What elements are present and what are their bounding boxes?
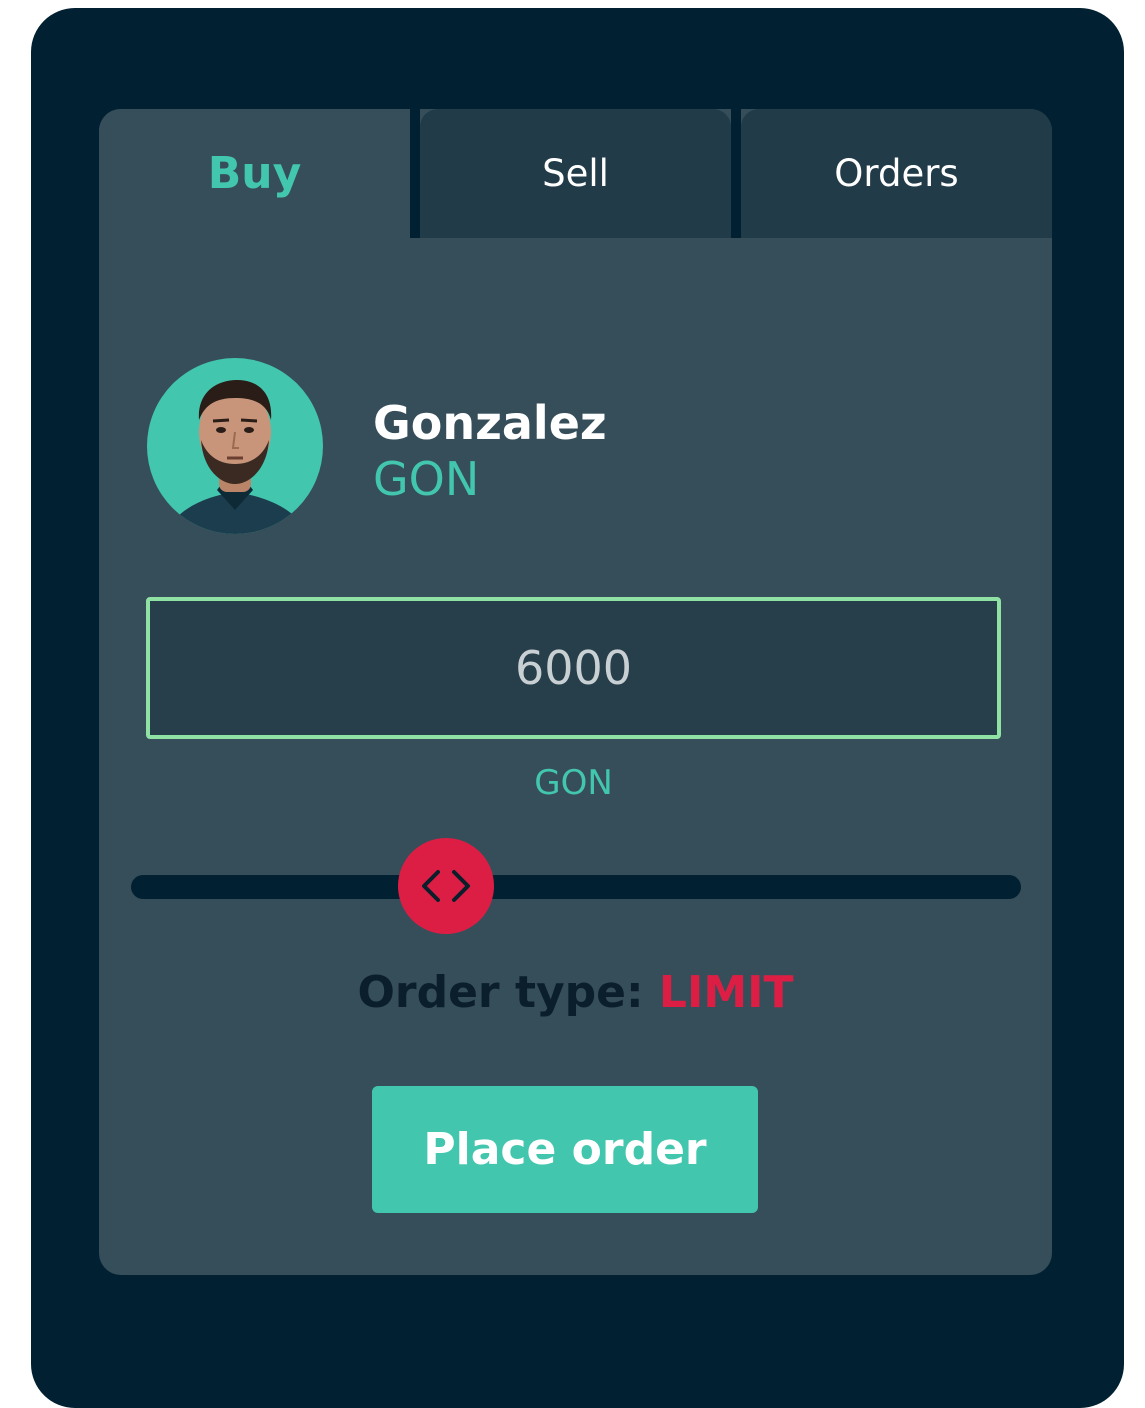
- tab-orders[interactable]: Orders: [741, 109, 1052, 238]
- tab-sell[interactable]: Sell: [420, 109, 731, 238]
- order-type: Order type: LIMIT: [99, 967, 1052, 1018]
- player-name: Gonzalez: [373, 396, 607, 450]
- order-type-value[interactable]: LIMIT: [659, 967, 794, 1018]
- player-photo-icon: [165, 380, 307, 534]
- player-avatar: [147, 358, 323, 534]
- order-type-label: Order type:: [357, 967, 644, 1018]
- place-order-button[interactable]: Place order: [372, 1086, 758, 1213]
- tab-divider: [410, 109, 420, 238]
- chevron-left-right-icon: [422, 870, 470, 902]
- amount-unit-label: GON: [534, 763, 613, 803]
- amount-field[interactable]: [146, 597, 1001, 739]
- trade-card: Sell Orders Buy Gonzalez GON 6000 GON Or…: [99, 109, 1052, 1275]
- tab-divider: [731, 109, 741, 238]
- amount-input[interactable]: [150, 600, 997, 736]
- amount-slider-track[interactable]: [131, 875, 1021, 899]
- amount-slider-handle[interactable]: [398, 838, 494, 934]
- player-code: GON: [373, 452, 480, 506]
- tab-buy[interactable]: Buy: [99, 109, 410, 238]
